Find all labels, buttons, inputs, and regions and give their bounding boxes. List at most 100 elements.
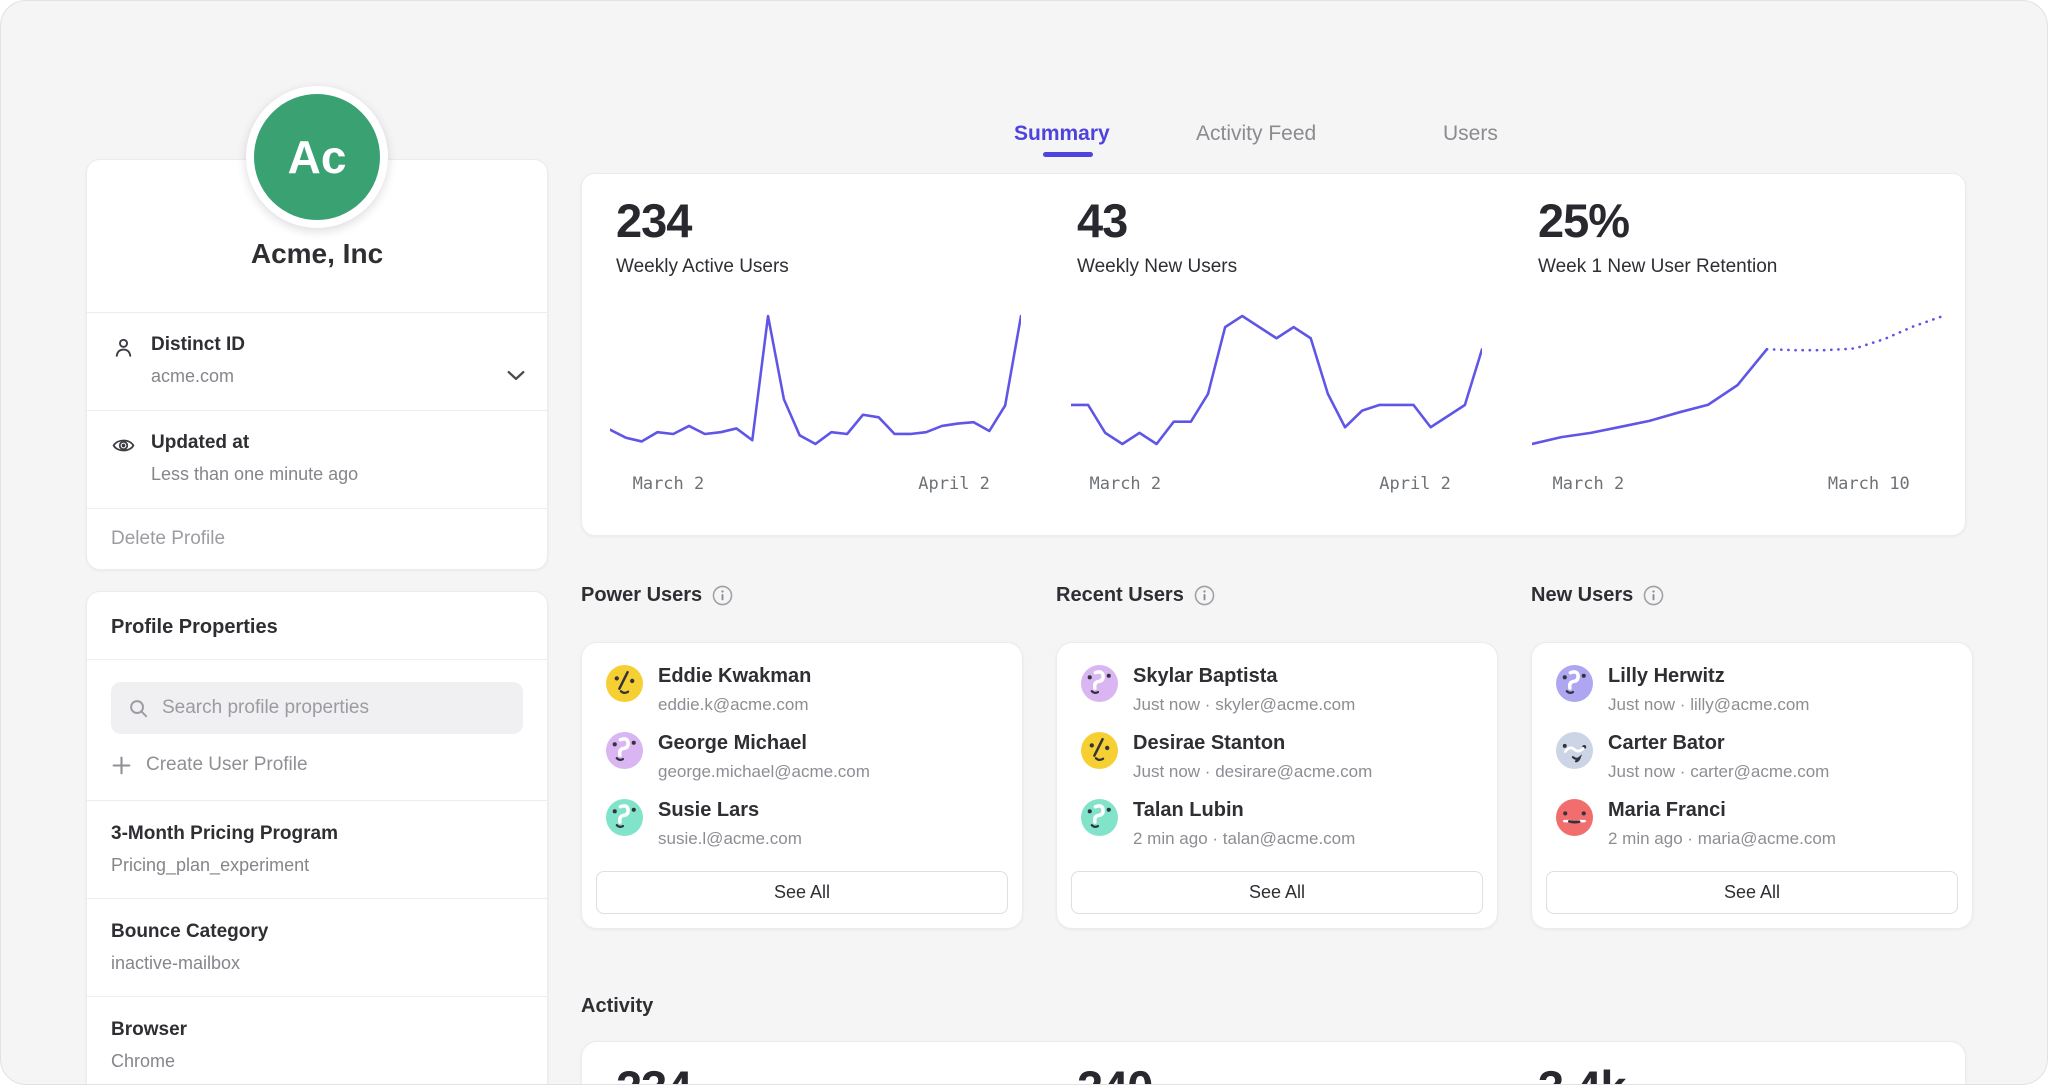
user-name: Talan Lubin <box>1133 799 1355 822</box>
property-row[interactable]: Browser Chrome <box>87 996 547 1085</box>
app-window: Ac Acme, Inc Distinct ID acme.com <box>0 0 2048 1085</box>
user-avatar <box>1556 799 1593 836</box>
weekly-new-users-chart <box>1071 312 1482 448</box>
user-row[interactable]: Skylar Baptista Just now · skyler@acme.c… <box>1081 665 1473 715</box>
chevron-down-icon[interactable] <box>507 368 525 386</box>
x-tick: April 2 <box>1379 474 1451 494</box>
week1-retention-chart <box>1532 312 1943 448</box>
x-tick: March 10 <box>1828 474 1910 494</box>
user-row[interactable]: Maria Franci 2 min ago · maria@acme.com <box>1556 799 1948 849</box>
create-user-profile-button[interactable]: Create User Profile <box>111 754 523 776</box>
info-icon[interactable] <box>712 585 733 606</box>
user-row[interactable]: George Michael george.michael@acme.com <box>606 732 998 782</box>
info-icon[interactable] <box>1194 585 1215 606</box>
x-tick: March 2 <box>1553 474 1625 494</box>
user-avatar <box>1556 732 1593 769</box>
user-cards: Eddie Kwakman eddie.k@acme.com George Mi… <box>581 642 1973 929</box>
user-avatar <box>1081 665 1118 702</box>
user-detail: Just now · lilly@acme.com <box>1608 695 1809 715</box>
user-name: Desirae Stanton <box>1133 732 1372 755</box>
user-detail: eddie.k@acme.com <box>658 695 811 715</box>
tab-activity-feed[interactable]: Activity Feed <box>1196 122 1316 146</box>
field-label: Updated at <box>151 432 358 454</box>
property-label: Browser <box>111 1019 523 1041</box>
user-row[interactable]: Carter Bator Just now · carter@acme.com <box>1556 732 1948 782</box>
user-row[interactable]: Desirae Stanton Just now · desirare@acme… <box>1081 732 1473 782</box>
weekly-active-users-chart <box>610 312 1021 448</box>
power-users-title: Power Users <box>581 584 702 607</box>
user-section-headers: Power Users Recent Users New Users <box>581 584 1973 607</box>
profile-card: Ac Acme, Inc Distinct ID acme.com <box>86 159 548 570</box>
property-row[interactable]: Bounce Category inactive-mailbox <box>87 898 547 996</box>
user-row[interactable]: Eddie Kwakman eddie.k@acme.com <box>606 665 998 715</box>
activity-stat: 3.4k <box>1538 1060 1965 1085</box>
activity-stat: 234 <box>616 1060 1043 1085</box>
field-value: acme.com <box>151 366 245 387</box>
summary-stats-card: 234 Weekly Active Users March 2 April 2 … <box>581 173 1966 536</box>
user-name: Susie Lars <box>658 799 802 822</box>
stat-label: Weekly New Users <box>1077 256 1484 278</box>
recent-users-header: Recent Users <box>1056 584 1498 607</box>
eye-icon <box>111 432 137 485</box>
chart-x-axis: March 2 April 2 <box>1071 474 1482 498</box>
power-users-header: Power Users <box>581 584 1023 607</box>
see-all-button[interactable]: See All <box>1071 871 1483 914</box>
new-users-header: New Users <box>1531 584 1973 607</box>
see-all-button[interactable]: See All <box>596 871 1008 914</box>
property-row[interactable]: 3-Month Pricing Program Pricing_plan_exp… <box>87 800 547 898</box>
user-name: Lilly Herwitz <box>1608 665 1809 688</box>
activity-title: Activity <box>581 995 653 1018</box>
user-detail: 2 min ago · maria@acme.com <box>1608 829 1836 849</box>
user-row[interactable]: Talan Lubin 2 min ago · talan@acme.com <box>1081 799 1473 849</box>
info-icon[interactable] <box>1643 585 1664 606</box>
profile-properties-card: Profile Properties Create User Profile 3… <box>86 591 548 1085</box>
chart-x-axis: March 2 March 10 <box>1532 474 1943 498</box>
chart-x-axis: March 2 April 2 <box>610 474 1021 498</box>
x-tick: March 2 <box>633 474 705 494</box>
company-avatar: Ac <box>246 86 388 228</box>
plus-icon <box>111 755 132 776</box>
user-avatar <box>1081 799 1118 836</box>
person-icon <box>111 334 137 387</box>
property-value: Pricing_plan_experiment <box>111 855 523 876</box>
user-avatar <box>606 732 643 769</box>
tab-users[interactable]: Users <box>1443 122 1498 146</box>
user-name: Carter Bator <box>1608 732 1829 755</box>
property-value: inactive-mailbox <box>111 953 523 974</box>
user-detail: susie.l@acme.com <box>658 829 802 849</box>
user-name: Eddie Kwakman <box>658 665 811 688</box>
profile-properties-title: Profile Properties <box>87 592 547 660</box>
user-row[interactable]: Susie Lars susie.l@acme.com <box>606 799 998 849</box>
stat-value: 234 <box>616 195 1023 247</box>
user-avatar <box>1556 665 1593 702</box>
user-detail: george.michael@acme.com <box>658 762 870 782</box>
user-detail: 2 min ago · talan@acme.com <box>1133 829 1355 849</box>
x-tick: March 2 <box>1089 474 1161 494</box>
delete-profile-button[interactable]: Delete Profile <box>87 508 547 569</box>
new-users-title: New Users <box>1531 584 1633 607</box>
x-tick: April 2 <box>918 474 990 494</box>
field-value: Less than one minute ago <box>151 464 358 485</box>
user-avatar <box>606 799 643 836</box>
activity-stat: 240 <box>1077 1060 1504 1085</box>
tab-summary[interactable]: Summary <box>1014 122 1110 146</box>
power-users-card: Eddie Kwakman eddie.k@acme.com George Mi… <box>581 642 1023 929</box>
stat-weekly-new-users: 43 Weekly New Users March 2 April 2 <box>1043 174 1504 535</box>
see-all-button[interactable]: See All <box>1546 871 1958 914</box>
property-value: Chrome <box>111 1051 523 1072</box>
stat-label: Weekly Active Users <box>616 256 1023 278</box>
create-user-profile-label: Create User Profile <box>146 754 308 776</box>
updated-at-row: Updated at Less than one minute ago <box>87 410 547 508</box>
stat-label: Week 1 New User Retention <box>1538 256 1945 278</box>
search-profile-properties[interactable] <box>111 682 523 734</box>
user-row[interactable]: Lilly Herwitz Just now · lilly@acme.com <box>1556 665 1948 715</box>
search-input[interactable] <box>160 696 507 720</box>
stat-weekly-active-users: 234 Weekly Active Users March 2 April 2 <box>582 174 1043 535</box>
user-detail: Just now · desirare@acme.com <box>1133 762 1372 782</box>
user-avatar <box>1081 732 1118 769</box>
distinct-id-row: Distinct ID acme.com <box>87 312 547 410</box>
activity-card: 234 240 3.4k <box>581 1041 1966 1085</box>
property-label: Bounce Category <box>111 921 523 943</box>
search-icon <box>127 697 150 720</box>
stat-value: 25% <box>1538 195 1945 247</box>
